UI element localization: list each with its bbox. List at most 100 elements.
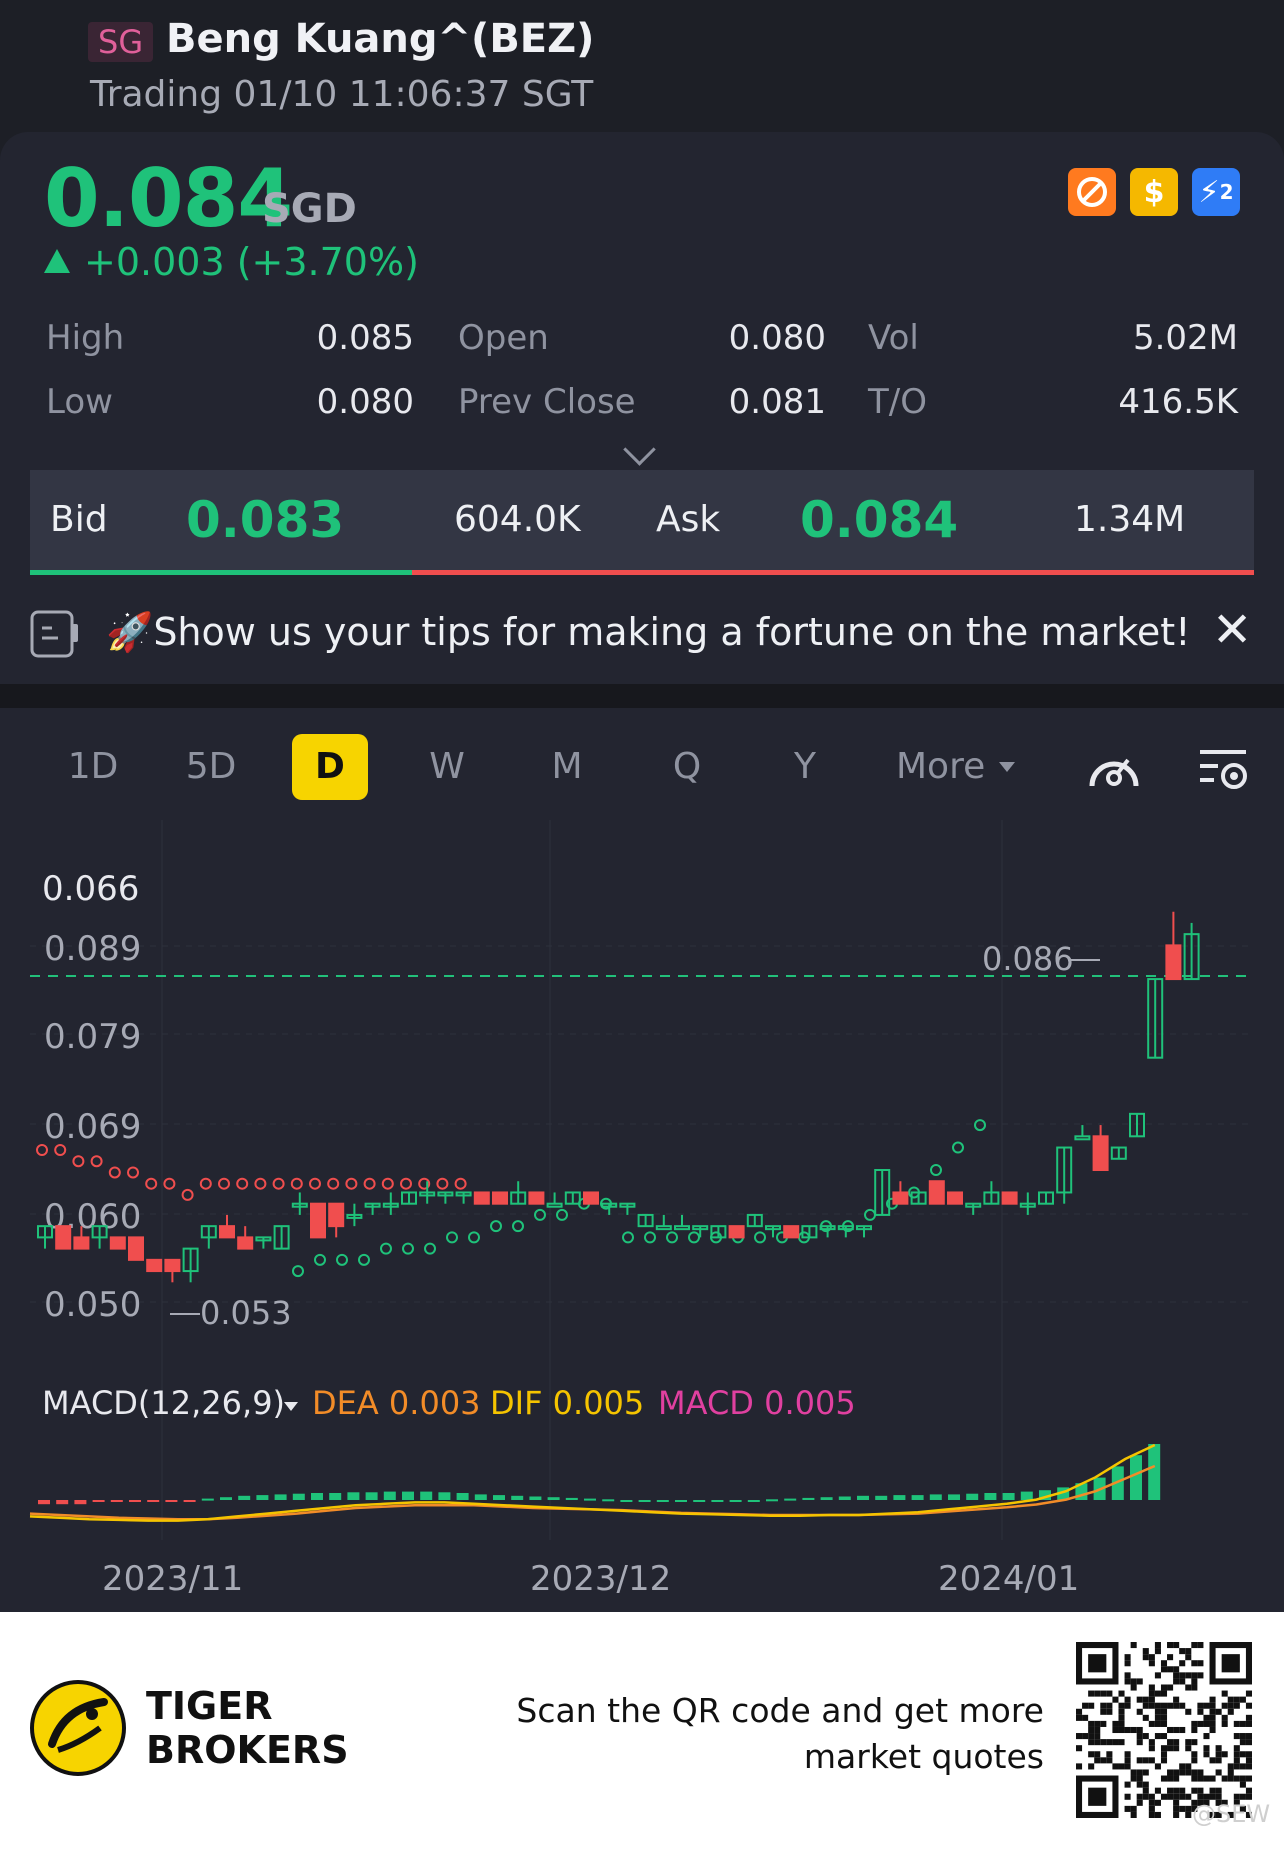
qr-module (1130, 1726, 1137, 1734)
y-tick-label: 0.066 (42, 869, 139, 909)
qr-module (1245, 1751, 1252, 1758)
qr-module (1142, 1648, 1149, 1655)
sar-dot-green (644, 1231, 656, 1244)
sar-dot-green (930, 1164, 942, 1176)
sar-dot-red (236, 1177, 249, 1190)
qr-module (1160, 1751, 1168, 1758)
tab-y[interactable]: Y (770, 734, 840, 800)
qr-module (1197, 1720, 1204, 1727)
qr-module (1130, 1684, 1137, 1691)
qr-module (1088, 1726, 1095, 1734)
macd-bar (220, 1497, 232, 1500)
period-tabs: 1D 5D D W M Q Y More (0, 728, 1284, 812)
share-footer: TIGER BROKERS Scan the QR code and get m… (0, 1612, 1284, 1851)
qr-module (1245, 1787, 1252, 1794)
qr-module (1185, 1811, 1192, 1818)
macd-bar (311, 1493, 323, 1500)
brand-line-2: BROKERS (146, 1728, 349, 1772)
gauge-icon[interactable] (1084, 744, 1144, 794)
tab-1d[interactable]: 1D (58, 734, 128, 800)
qr-module (1221, 1690, 1228, 1697)
vol-value: 5.02M (1132, 318, 1238, 358)
y-tick-label: 0.079 (44, 1017, 141, 1057)
qr-module (1154, 1672, 1161, 1679)
macd-bar (256, 1495, 269, 1500)
sar-dot-red (163, 1177, 176, 1190)
tab-w[interactable]: W (412, 734, 482, 800)
qr-module (1088, 1720, 1095, 1727)
qr-module (1221, 1720, 1228, 1727)
qr-module (1173, 1769, 1180, 1776)
indicator-settings-icon[interactable] (1196, 744, 1252, 794)
qr-module (1160, 1775, 1168, 1782)
qr-module (1136, 1739, 1143, 1746)
candle-body (583, 1191, 599, 1205)
stock-title[interactable]: Beng Kuang^(BEZ) (166, 16, 594, 62)
sar-dot-red (381, 1177, 394, 1190)
prev-close-label: Prev Close (458, 382, 636, 422)
tab-5d[interactable]: 5D (176, 734, 246, 800)
flash-2x-icon[interactable]: ⚡ 2 (1192, 168, 1240, 216)
qr-module (1197, 1642, 1204, 1649)
x-label-jan: 2024/01 (938, 1559, 1079, 1599)
qr-module (1197, 1793, 1204, 1800)
candle-body (492, 1191, 508, 1205)
macd-bar (711, 1500, 724, 1502)
qr-module (1094, 1757, 1101, 1764)
sar-dot-red (345, 1177, 358, 1190)
qr-module (1167, 1654, 1174, 1661)
close-icon[interactable]: ✕ (1212, 606, 1252, 654)
qr-module (1100, 1757, 1107, 1764)
low-marker-label: 0.053 (200, 1294, 292, 1332)
candlestick-chart[interactable]: 0.0660.0890.0790.0690.0600.050 0.086 0.0… (0, 820, 1284, 1600)
candle-body (109, 1236, 126, 1250)
tab-more[interactable]: More (896, 734, 1026, 800)
macd-bar (984, 1493, 997, 1500)
qr-module (1130, 1775, 1137, 1782)
qr-module (1148, 1654, 1155, 1661)
qr-module (1197, 1660, 1204, 1667)
tab-m[interactable]: M (532, 734, 602, 800)
qr-module (1118, 1739, 1125, 1746)
qr-module (1167, 1769, 1174, 1776)
sar-dot-red (108, 1166, 121, 1179)
dif-legend: DIF 0.005 (490, 1384, 644, 1422)
qr-module (1136, 1775, 1143, 1782)
qr-module (1082, 1702, 1089, 1709)
qr-module (1124, 1702, 1131, 1709)
macd-bar (784, 1498, 797, 1501)
dollar-icon[interactable]: $ (1130, 168, 1178, 216)
qr-module (1100, 1708, 1107, 1715)
no-short-icon[interactable] (1068, 168, 1116, 216)
qr-module (1136, 1696, 1143, 1703)
macd-bar (183, 1500, 196, 1502)
qr-module (1142, 1757, 1149, 1764)
macd-bar (365, 1492, 378, 1500)
qr-module (1191, 1672, 1198, 1679)
qr-module (1076, 1708, 1083, 1715)
qr-finder-center (1221, 1654, 1240, 1673)
qr-module (1233, 1775, 1240, 1782)
qr-module (1245, 1733, 1252, 1740)
qr-module (1173, 1787, 1180, 1794)
qr-module (1191, 1757, 1198, 1764)
qr-module (1136, 1726, 1143, 1734)
macd-bar (766, 1499, 778, 1502)
tab-q[interactable]: Q (652, 734, 722, 800)
qr-module (1148, 1690, 1155, 1697)
qr-module (1203, 1775, 1210, 1782)
qr-module (1136, 1678, 1143, 1685)
qr-module (1215, 1769, 1222, 1776)
qr-module (1191, 1678, 1198, 1685)
sar-dot-green (864, 1208, 876, 1221)
qr-module (1203, 1720, 1210, 1727)
qr-module (1154, 1799, 1161, 1806)
promo-banner[interactable]: 🚀Show us your tips for making a fortune … (0, 596, 1284, 680)
candle-body (1092, 1135, 1109, 1171)
qr-module (1239, 1781, 1246, 1788)
tab-d[interactable]: D (292, 734, 368, 800)
qr-module (1197, 1769, 1204, 1776)
macd-bar (966, 1493, 979, 1500)
sar-dot-red (72, 1155, 85, 1168)
qr-module (1112, 1696, 1119, 1703)
